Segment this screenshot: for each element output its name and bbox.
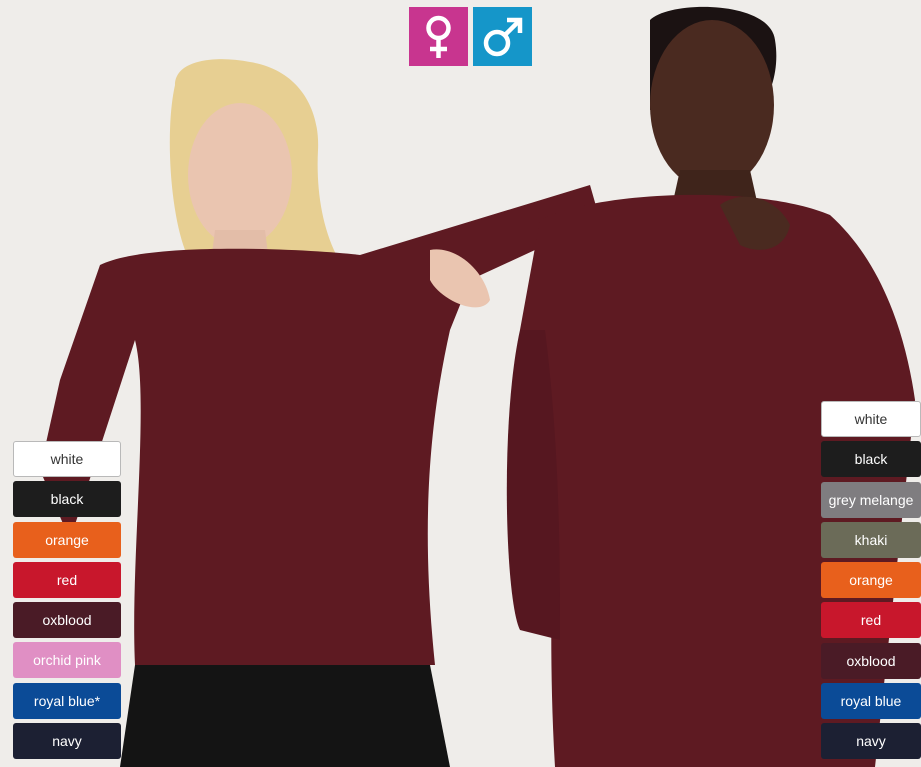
men-color-swatch[interactable]: grey melange [821, 481, 921, 518]
men-color-swatch[interactable]: red [821, 602, 921, 639]
women-color-swatch[interactable]: orchid pink [13, 642, 121, 679]
male-badge [473, 7, 532, 66]
product-photo [0, 0, 921, 767]
women-color-swatch[interactable]: black [13, 481, 121, 518]
women-color-swatch[interactable]: navy [13, 723, 121, 760]
men-color-swatch[interactable]: oxblood [821, 642, 921, 679]
female-badge [409, 7, 468, 66]
men-color-swatch[interactable]: navy [821, 723, 921, 760]
women-color-swatch[interactable]: orange [13, 521, 121, 558]
male-badge-bg [473, 7, 532, 66]
men-color-swatch[interactable]: royal blue [821, 683, 921, 720]
men-color-swatch[interactable]: khaki [821, 521, 921, 558]
men-color-swatch[interactable]: black [821, 441, 921, 478]
women-color-list: white black orange red oxblood orchid pi… [13, 441, 121, 763]
mars-icon [473, 7, 532, 66]
men-color-swatch[interactable]: orange [821, 562, 921, 599]
men-color-swatch[interactable]: white [821, 401, 921, 437]
women-color-swatch[interactable]: red [13, 561, 121, 598]
venus-icon [409, 7, 468, 66]
women-color-swatch[interactable]: white [13, 441, 121, 477]
women-color-swatch[interactable]: oxblood [13, 602, 121, 639]
women-color-swatch[interactable]: royal blue* [13, 682, 121, 719]
men-color-list: white black grey melange khaki orange re… [821, 401, 921, 764]
